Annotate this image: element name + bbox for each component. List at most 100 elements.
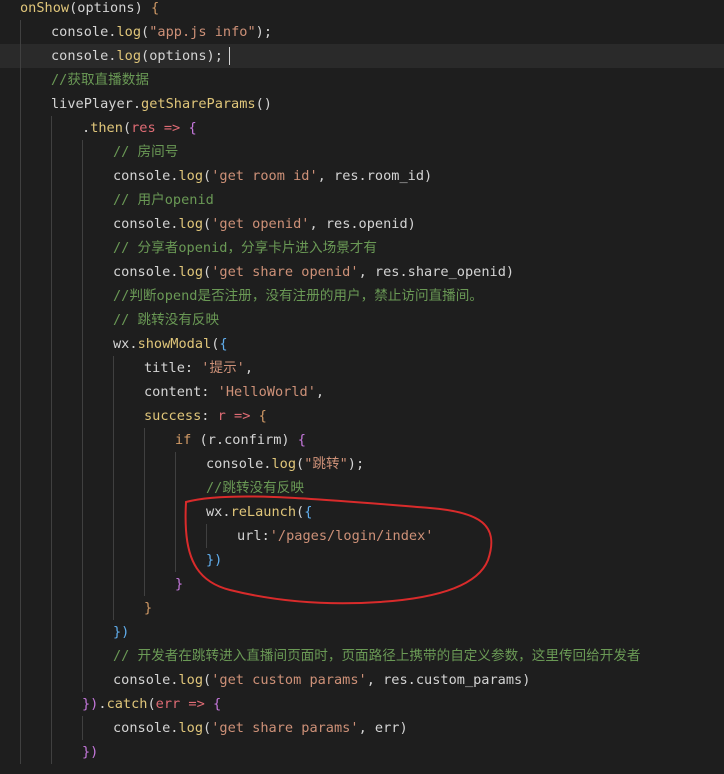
code-line[interactable]: livePlayer.getShareParams(): [0, 92, 724, 116]
code-token: , res.share_openid): [358, 264, 515, 280]
code-token: err: [155, 696, 181, 712]
code-line[interactable]: success: r => {: [0, 404, 724, 428]
code-line[interactable]: }): [0, 740, 724, 764]
code-line[interactable]: console.log("跳转");: [0, 452, 724, 476]
indent-guide: [175, 476, 176, 500]
code-token: );: [255, 24, 273, 40]
indent-guide: [20, 236, 21, 260]
code-line[interactable]: }): [0, 548, 724, 572]
indent-guide: [206, 524, 207, 548]
indent-guide: [20, 596, 21, 620]
code-line[interactable]: //跳转没有反映: [0, 476, 724, 500]
code-text: // 分享者openid，分享卡片进入场景才有: [113, 236, 377, 260]
code-line[interactable]: }: [0, 572, 724, 596]
code-line[interactable]: console.log("app.js info");: [0, 20, 724, 44]
indent-guide: [20, 44, 21, 68]
code-line[interactable]: .then(res => {: [0, 116, 724, 140]
code-line[interactable]: // 跳转没有反映: [0, 308, 724, 332]
indent-guide: [20, 116, 21, 140]
code-token: log: [116, 48, 142, 64]
code-line[interactable]: // 开发者在跳转进入直播间页面时，页面路径上携带的自定义参数，这里传回给开发者: [0, 644, 724, 668]
code-line[interactable]: if (r.confirm) {: [0, 428, 724, 452]
code-line[interactable]: console.log('get share openid', res.shar…: [0, 260, 724, 284]
indent-guide: [113, 404, 114, 428]
code-token: success: [144, 408, 202, 424]
code-line[interactable]: content: 'HelloWorld',: [0, 380, 724, 404]
indent-guide: [51, 668, 52, 692]
code-text: if (r.confirm) {: [175, 428, 306, 452]
code-token: (: [147, 696, 156, 712]
indent-guide: [113, 380, 114, 404]
code-token: console.: [51, 48, 117, 64]
code-token: console.: [51, 24, 117, 40]
indent-guide: [144, 428, 145, 452]
code-line[interactable]: wx.reLaunch({: [0, 500, 724, 524]
code-token: '/pages/login/index': [269, 528, 434, 544]
code-line[interactable]: title: '提示',: [0, 356, 724, 380]
indent-guide: [82, 644, 83, 668]
code-token: {: [304, 504, 313, 520]
indent-guide: [20, 740, 21, 764]
code-text: }).catch(err => {: [82, 692, 221, 716]
indent-guide: [51, 188, 52, 212]
code-line[interactable]: onShow(options) {: [0, 0, 724, 20]
code-token: , err): [358, 720, 408, 736]
code-line[interactable]: // 分享者openid，分享卡片进入场景才有: [0, 236, 724, 260]
code-line[interactable]: console.log('get room id', res.room_id): [0, 164, 724, 188]
indent-guide: [144, 452, 145, 476]
code-token: log: [178, 264, 204, 280]
code-line[interactable]: console.log('get share params', err): [0, 716, 724, 740]
indent-guide: [20, 644, 21, 668]
indent-guide: [20, 500, 21, 524]
code-token: if: [175, 432, 192, 448]
indent-guide: [82, 716, 83, 740]
indent-guide: [82, 404, 83, 428]
indent-guide: [113, 356, 114, 380]
code-token: "app.js info": [149, 24, 256, 40]
indent-guide: [51, 140, 52, 164]
code-token: getShareParams: [141, 96, 256, 112]
indent-guide: [51, 332, 52, 356]
code-token: {: [297, 432, 306, 448]
indent-guide: [51, 476, 52, 500]
code-token: //获取直播数据: [51, 72, 149, 88]
code-token: reLaunch: [230, 504, 297, 520]
indent-guide: [20, 380, 21, 404]
code-line[interactable]: }).catch(err => {: [0, 692, 724, 716]
code-line[interactable]: url:'/pages/login/index': [0, 524, 724, 548]
indent-guide: [51, 740, 52, 764]
code-line[interactable]: wx.showModal({: [0, 332, 724, 356]
code-token: , res.openid): [309, 216, 416, 232]
indent-guide: [51, 716, 52, 740]
code-token: console.: [113, 168, 179, 184]
code-editor[interactable]: onShow(options) {console.log("app.js inf…: [0, 0, 724, 774]
code-text: livePlayer.getShareParams(): [51, 92, 272, 116]
code-line[interactable]: // 用户openid: [0, 188, 724, 212]
code-line[interactable]: console.log(options);: [0, 44, 724, 68]
indent-guide: [82, 428, 83, 452]
indent-guide: [82, 620, 83, 644]
code-line[interactable]: // 房间号: [0, 140, 724, 164]
code-token: .: [98, 696, 107, 712]
code-token: (: [203, 720, 212, 736]
indent-guide: [175, 548, 176, 572]
code-line[interactable]: //获取直播数据: [0, 68, 724, 92]
indent-guide: [113, 572, 114, 596]
text-cursor: [228, 47, 230, 65]
code-line[interactable]: }: [0, 596, 724, 620]
code-text: console.log('get room id', res.room_id): [113, 164, 432, 188]
indent-guide: [51, 116, 52, 140]
code-line[interactable]: console.log('get custom params', res.cus…: [0, 668, 724, 692]
indent-guide: [20, 524, 21, 548]
code-token: }: [175, 576, 184, 592]
code-line[interactable]: //判断opend是否注册，没有注册的用户，禁止访问直播间。: [0, 284, 724, 308]
indent-guide: [82, 596, 83, 620]
indent-guide: [51, 164, 52, 188]
indent-guide: [144, 524, 145, 548]
code-line[interactable]: console.log('get openid', res.openid): [0, 212, 724, 236]
indent-guide: [82, 380, 83, 404]
indent-guide: [20, 212, 21, 236]
code-token: (options);: [141, 48, 223, 64]
code-line[interactable]: }): [0, 620, 724, 644]
